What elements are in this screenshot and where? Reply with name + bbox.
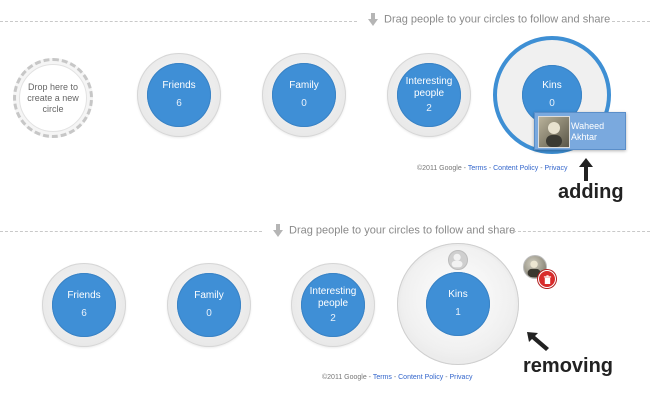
drag-hint: Drag people to your circles to follow an… bbox=[273, 224, 515, 237]
circle-count: 2 bbox=[330, 312, 336, 324]
footer-copyright: ©2011 Google - bbox=[417, 165, 468, 172]
circle-count: 2 bbox=[426, 102, 432, 114]
circle-friends[interactable]: Friends 6 bbox=[137, 53, 221, 137]
circle-family-center: Family 0 bbox=[272, 63, 336, 127]
person-name: Waheed Akhtar bbox=[571, 121, 605, 142]
drop-target-label: Drop here to create a new circle bbox=[19, 64, 87, 132]
circle-name: Friends bbox=[67, 290, 101, 301]
circle-family[interactable]: Family 0 bbox=[167, 263, 251, 347]
callout-arrow-icon bbox=[527, 332, 549, 351]
footer-copyright: ©2011 Google - bbox=[322, 374, 373, 381]
content-policy-link[interactable]: Content Policy bbox=[398, 374, 443, 381]
circle-count: 1 bbox=[455, 307, 461, 318]
drag-hint: Drag people to your circles to follow an… bbox=[368, 13, 610, 26]
down-arrow-icon bbox=[368, 13, 378, 26]
circles-panel-adding: Drag people to your circles to follow an… bbox=[0, 0, 650, 203]
circle-name: Family bbox=[289, 80, 319, 91]
content-policy-link[interactable]: Content Policy bbox=[493, 165, 538, 172]
circle-kins-center: Kins 1 bbox=[426, 272, 490, 336]
circle-name: Interesting people bbox=[309, 285, 357, 309]
circle-friends-center: Friends 6 bbox=[52, 273, 116, 337]
circle-count: 0 bbox=[206, 308, 212, 319]
removing-callout: removing bbox=[523, 355, 614, 377]
drag-hint-text: Drag people to your circles to follow an… bbox=[289, 224, 516, 237]
member-avatar-icon[interactable] bbox=[448, 250, 468, 270]
new-circle-drop-target[interactable]: Drop here to create a new circle bbox=[13, 58, 93, 138]
circle-name: Kins bbox=[542, 80, 562, 91]
separator-line bbox=[0, 21, 357, 22]
circle-family-center: Family 0 bbox=[177, 273, 241, 337]
separator-line bbox=[612, 21, 650, 22]
separator-line bbox=[0, 231, 262, 232]
callout-arrow-icon bbox=[579, 158, 593, 181]
circle-interesting-people[interactable]: Interesting people 2 bbox=[387, 53, 471, 137]
circle-count: 6 bbox=[176, 98, 182, 109]
circle-count: 6 bbox=[81, 308, 87, 319]
circle-family[interactable]: Family 0 bbox=[262, 53, 346, 137]
terms-link[interactable]: Terms bbox=[373, 374, 392, 381]
circle-interesting-people-center: Interesting people 2 bbox=[397, 63, 461, 127]
drag-hint-text: Drag people to your circles to follow an… bbox=[384, 13, 611, 26]
circle-count: 0 bbox=[301, 98, 307, 109]
adding-callout: adding bbox=[558, 181, 624, 203]
circle-count: 0 bbox=[549, 98, 555, 109]
trash-icon bbox=[538, 270, 556, 288]
circle-name: Interesting people bbox=[405, 75, 453, 99]
down-arrow-icon bbox=[273, 224, 283, 237]
terms-link[interactable]: Terms bbox=[468, 165, 487, 172]
privacy-link[interactable]: Privacy bbox=[450, 374, 473, 381]
footer: ©2011 Google - Terms - Content Policy - … bbox=[322, 374, 472, 381]
circle-name: Kins bbox=[448, 289, 468, 300]
circle-name: Friends bbox=[162, 80, 196, 91]
circle-friends[interactable]: Friends 6 bbox=[42, 263, 126, 347]
footer: ©2011 Google - Terms - Content Policy - … bbox=[417, 165, 567, 172]
privacy-link[interactable]: Privacy bbox=[545, 165, 568, 172]
separator-line bbox=[513, 231, 650, 232]
circle-interesting-people[interactable]: Interesting people 2 bbox=[291, 263, 375, 347]
avatar-icon bbox=[538, 116, 570, 148]
dragged-person-card[interactable]: Waheed Akhtar bbox=[534, 112, 626, 150]
circle-interesting-people-center: Interesting people 2 bbox=[301, 273, 365, 337]
circle-friends-center: Friends 6 bbox=[147, 63, 211, 127]
circle-name: Family bbox=[194, 290, 224, 301]
